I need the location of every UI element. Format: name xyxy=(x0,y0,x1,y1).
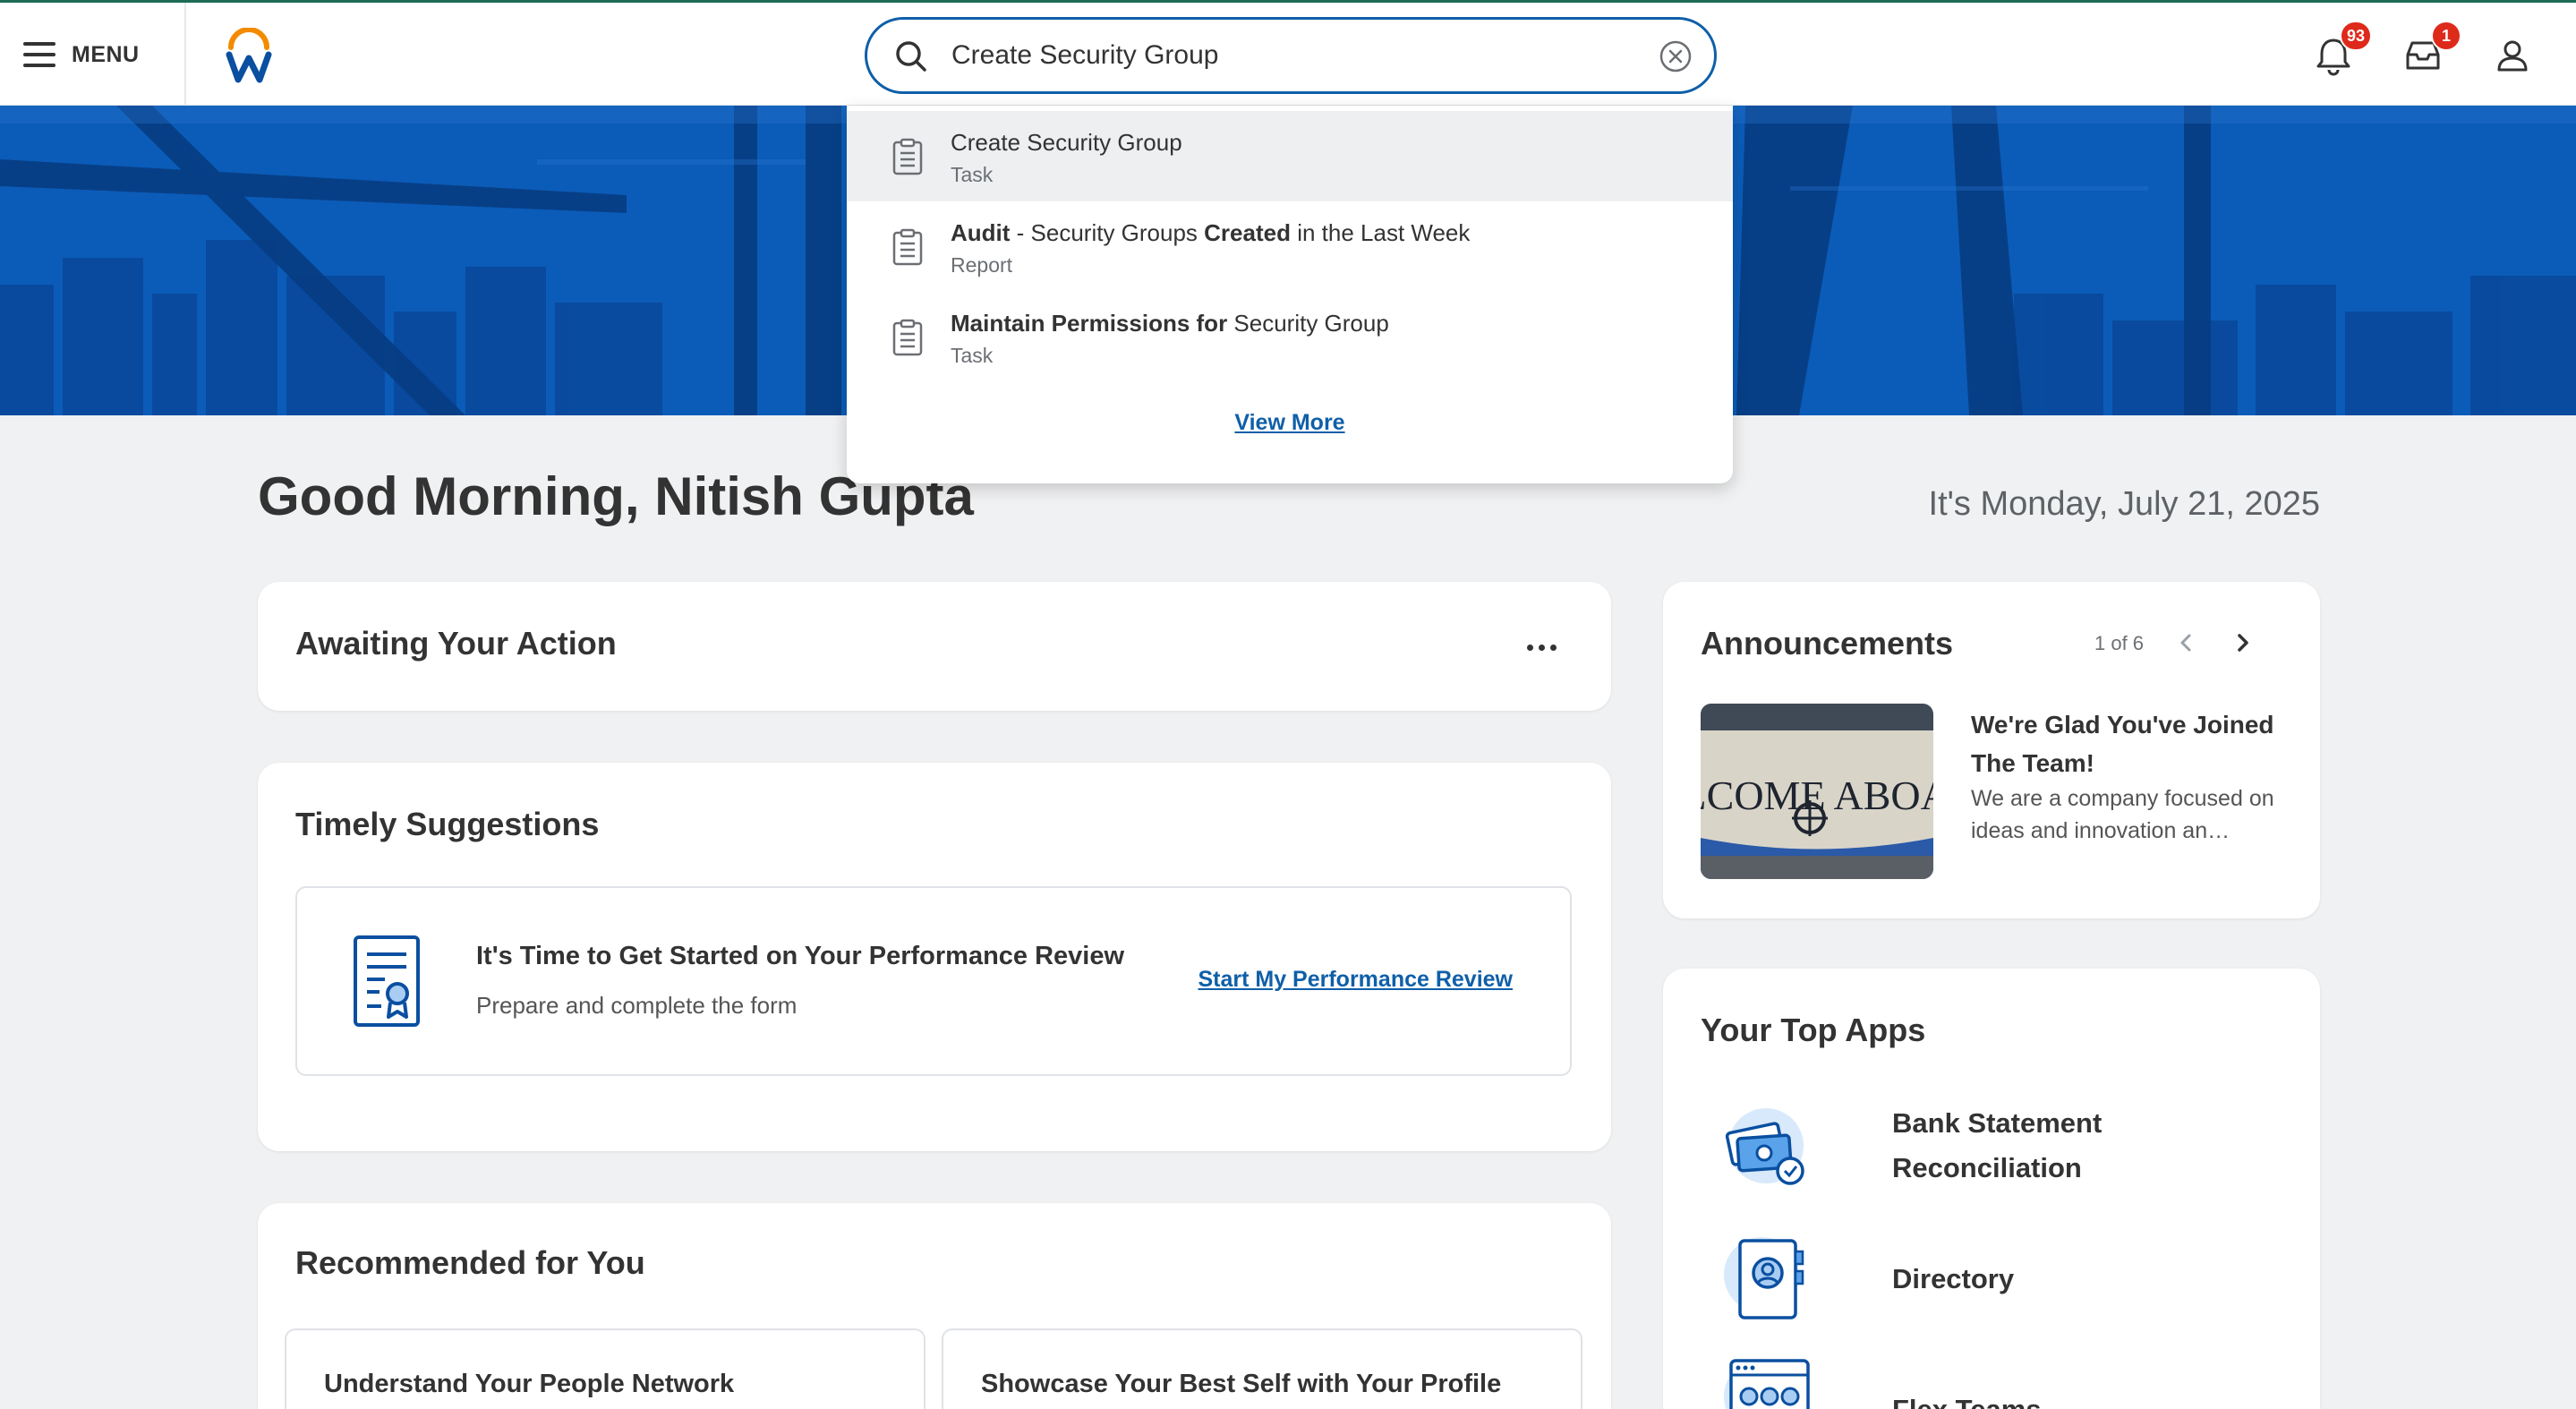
recommendation-title: Understand Your People Network xyxy=(324,1370,735,1398)
search-result-item[interactable]: Create Security Group Task xyxy=(847,111,1733,201)
result-type: Task xyxy=(951,344,994,367)
user-icon xyxy=(2497,40,2528,72)
suggestion-title: It's Time to Get Started on Your Perform… xyxy=(476,942,1125,970)
view-more-link[interactable]: View More xyxy=(847,410,1733,436)
recommendation-title: Showcase Your Best Self with Your Profil… xyxy=(981,1370,1502,1398)
clipboard-icon xyxy=(892,228,923,266)
awaiting-action-card: Awaiting Your Action xyxy=(258,582,1611,711)
welcome-sign-text: ELCOME ABOAR xyxy=(1701,773,1933,818)
profile-button[interactable] xyxy=(2490,33,2535,78)
menu-label: MENU xyxy=(72,41,140,67)
announcements-card: Announcements 1 of 6 ELCOME ABOAR We're … xyxy=(1663,582,2320,918)
clear-search-icon[interactable] xyxy=(1659,39,1693,73)
start-performance-review-link[interactable]: Start My Performance Review xyxy=(1198,967,1513,993)
result-title: Maintain Permissions for Security Group xyxy=(951,310,1389,337)
pager-count: 1 of 6 xyxy=(2094,632,2145,654)
app-label: Bank Statement Reconciliation xyxy=(1892,1107,2103,1183)
app-label: Directory xyxy=(1892,1263,2015,1294)
suggestion-subtitle: Prepare and complete the form xyxy=(476,992,798,1019)
announcement-image[interactable]: ELCOME ABOAR xyxy=(1701,704,1933,879)
notifications-badge: 93 xyxy=(2339,21,2372,51)
card-title: Recommended for You xyxy=(295,1244,645,1281)
chevron-right-icon[interactable] xyxy=(2229,627,2257,659)
inbox-button[interactable]: 1 xyxy=(2401,21,2461,78)
announcement-description: We are a company focused on ideas and in… xyxy=(1971,786,2274,843)
search-result-item[interactable]: Audit - Security Groups Created in the L… xyxy=(847,201,1733,292)
bank-money-icon xyxy=(1725,1108,1804,1185)
search-input[interactable] xyxy=(951,20,1632,91)
more-options-button[interactable] xyxy=(1520,634,1563,661)
clipboard-icon xyxy=(892,138,923,175)
card-title: Awaiting Your Action xyxy=(295,625,617,662)
result-type: Report xyxy=(951,253,1013,277)
hamburger-icon xyxy=(23,42,55,67)
search-result-item[interactable]: Maintain Permissions for Security Group … xyxy=(847,292,1733,382)
app-bank-statement-reconciliation[interactable]: Bank Statement Reconciliation xyxy=(1717,1101,2272,1200)
certificate-document-icon xyxy=(354,935,420,1027)
clipboard-icon xyxy=(892,319,923,356)
top-apps-card: Your Top Apps Bank Statement Reconciliat… xyxy=(1663,969,2320,1409)
card-title: Your Top Apps xyxy=(1701,1012,1926,1048)
card-title: Timely Suggestions xyxy=(295,806,600,842)
search-bar[interactable] xyxy=(865,17,1717,94)
suggestion-tile: It's Time to Get Started on Your Perform… xyxy=(295,886,1572,1076)
card-title: Announcements xyxy=(1701,625,1954,662)
top-header: MENU 93 1 xyxy=(0,0,2576,108)
recommendation-tile[interactable]: Showcase Your Best Self with Your Profil… xyxy=(942,1328,1582,1409)
date-label: It's Monday, July 21, 2025 xyxy=(1928,485,2320,523)
workday-logo[interactable] xyxy=(224,28,274,83)
more-dots-icon xyxy=(1526,644,1533,651)
flex-teams-icon xyxy=(1724,1359,1810,1409)
chevron-left-icon[interactable] xyxy=(2171,627,2200,659)
inbox-badge: 1 xyxy=(2431,21,2461,51)
recommended-card: Recommended for You Understand Your Peop… xyxy=(258,1203,1611,1409)
result-type: Task xyxy=(951,163,994,186)
search-icon xyxy=(896,41,926,72)
notifications-button[interactable]: 93 xyxy=(2311,21,2372,78)
app-flex-teams[interactable]: Flex Teams xyxy=(1717,1352,2272,1409)
timely-suggestions-card: Timely Suggestions It's Time to Get Star… xyxy=(258,763,1611,1151)
directory-icon xyxy=(1724,1237,1804,1319)
result-title: Audit - Security Groups Created in the L… xyxy=(951,219,1471,246)
header-divider xyxy=(184,3,186,108)
result-title: Create Security Group xyxy=(951,129,1182,156)
search-results-dropdown: Create Security Group Task Audit - Secur… xyxy=(847,106,1733,483)
app-label: Flex Teams xyxy=(1892,1388,2042,1409)
app-directory[interactable]: Directory xyxy=(1717,1230,2272,1328)
menu-button[interactable]: MENU xyxy=(23,28,158,81)
recommendation-tile[interactable]: Understand Your People Network xyxy=(285,1328,925,1409)
announcement-title[interactable]: We're Glad You've Joined The Team! xyxy=(1971,705,2293,782)
